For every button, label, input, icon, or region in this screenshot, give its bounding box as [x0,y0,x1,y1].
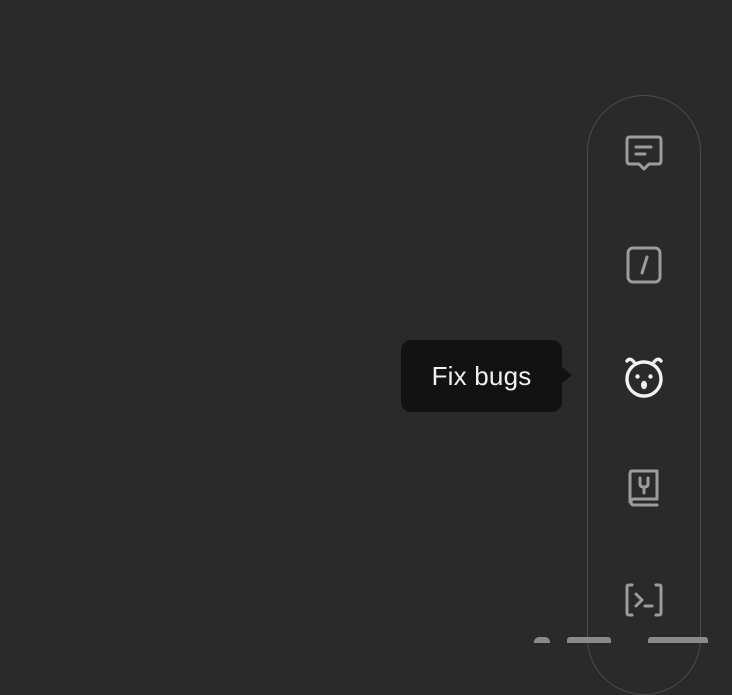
message-button[interactable] [616,125,672,181]
tooltip-arrow [561,366,572,384]
fix-bugs-button[interactable] [616,348,672,404]
terminal-icon [625,583,663,617]
floating-action-toolbar [587,95,701,695]
message-icon [625,135,663,171]
terminal-button[interactable] [616,572,672,628]
slash-command-button[interactable] [616,237,672,293]
bug-icon [625,357,663,398]
book-icon [628,469,659,507]
slash-command-icon [626,246,662,284]
fix-bugs-tooltip: Fix bugs [401,340,562,412]
cropped-footer-mark [534,637,550,643]
cropped-footer-mark [648,637,708,643]
cropped-footer-mark [567,637,611,643]
cropped-footer-fragment [530,634,720,643]
tooltip-label: Fix bugs [431,360,532,391]
docs-button[interactable] [616,460,672,516]
